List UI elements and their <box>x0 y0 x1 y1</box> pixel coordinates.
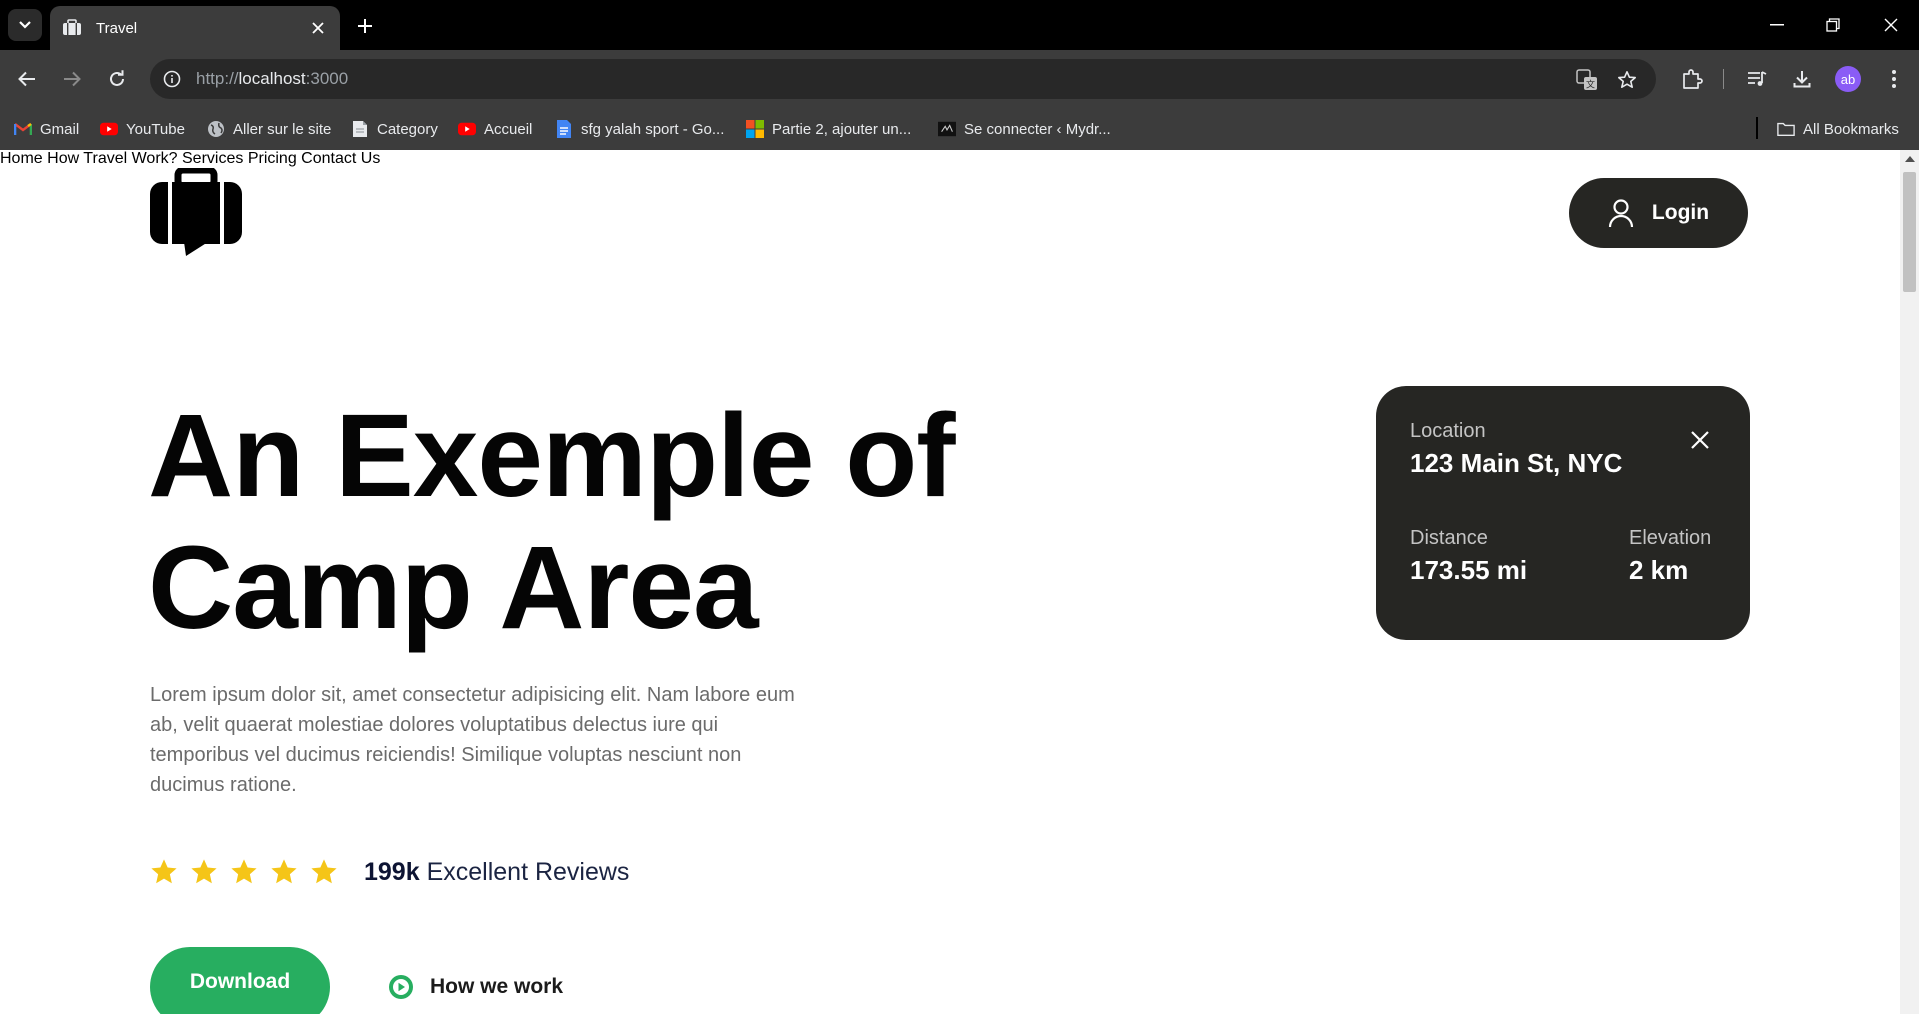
bookmark-label: YouTube <box>126 120 185 138</box>
bookmark-sfg-yalah-sport[interactable]: sfg yalah sport - Go... <box>555 117 724 141</box>
reviews-label: Excellent Reviews <box>426 858 630 886</box>
address-bar[interactable]: http://localhost:3000 文 <box>150 59 1656 99</box>
tab-search-button[interactable] <box>8 9 42 41</box>
bookmark-gmail[interactable]: Gmail <box>14 117 79 141</box>
nav-home[interactable]: Home <box>0 150 43 167</box>
distance-label: Distance <box>1410 527 1488 549</box>
toolbar-separator <box>1723 69 1724 89</box>
bookmark-label: Category <box>377 120 438 138</box>
nav-contact-us[interactable]: Contact Us <box>301 150 380 167</box>
microsoft-icon <box>746 120 764 138</box>
reviews-summary: 199k Excellent Reviews <box>364 858 629 887</box>
gmail-icon <box>14 120 32 138</box>
download-icon[interactable] <box>1787 64 1817 94</box>
youtube-icon <box>100 120 118 138</box>
distance-value: 173.55 mi <box>1410 555 1528 585</box>
youtube-icon <box>458 120 476 138</box>
bookmark-label: Aller sur le site <box>233 120 332 138</box>
tab-title: Travel <box>96 19 138 37</box>
download-button[interactable]: Download <box>150 947 330 1014</box>
chevron-down-icon <box>19 21 31 29</box>
nav-services[interactable]: Services <box>182 150 243 167</box>
svg-text:文: 文 <box>1586 79 1595 91</box>
bookmark-star-icon[interactable] <box>1614 67 1640 93</box>
url-text[interactable]: http://localhost:3000 <box>196 69 348 89</box>
globe-icon <box>207 120 225 138</box>
reload-icon[interactable] <box>102 64 132 94</box>
hero-title: An Exemple of Camp Area <box>148 390 956 654</box>
site-info-icon[interactable] <box>160 67 184 91</box>
bookmark-label: All Bookmarks <box>1803 120 1899 138</box>
play-circle-icon <box>388 974 414 1000</box>
bookmark-aller-sur-le-site[interactable]: Aller sur le site <box>207 117 331 141</box>
scroll-up-arrow-icon[interactable] <box>1905 156 1915 162</box>
tab-close-icon[interactable] <box>308 18 328 38</box>
rating-stars <box>150 857 350 887</box>
site-icon <box>938 120 956 138</box>
close-icon[interactable] <box>1688 428 1712 452</box>
logo[interactable] <box>150 166 242 258</box>
profile-avatar[interactable]: ab <box>1835 66 1861 92</box>
location-info-card: Location 123 Main St, NYC Distance 173.5… <box>1376 386 1750 640</box>
star-icon <box>310 857 350 887</box>
translate-icon[interactable]: 文 <box>1574 67 1600 93</box>
nav-pricing[interactable]: Pricing <box>248 150 297 167</box>
media-controls-icon[interactable] <box>1742 64 1772 94</box>
back-arrow-icon[interactable] <box>12 64 42 94</box>
how-we-work-label: How we work <box>430 975 564 998</box>
bookmark-label: Se connecter ‹ Mydr... <box>964 120 1111 138</box>
all-bookmarks[interactable]: All Bookmarks <box>1777 117 1899 141</box>
page-scrollbar[interactable] <box>1900 150 1919 1014</box>
google-docs-icon <box>555 120 573 138</box>
scrollbar-thumb[interactable] <box>1903 172 1916 292</box>
nav-how-travel-work[interactable]: How Travel Work? <box>47 150 177 167</box>
new-tab-icon[interactable] <box>352 13 378 39</box>
star-icon <box>150 857 190 887</box>
minimize-icon[interactable] <box>1762 12 1792 38</box>
location-value: 123 Main St, NYC <box>1410 448 1623 478</box>
login-label: Login <box>1651 201 1710 224</box>
extensions-icon[interactable] <box>1677 64 1707 94</box>
hero-description: Lorem ipsum dolor sit, amet consectetur … <box>150 684 795 796</box>
bookmark-accueil[interactable]: Accueil <box>458 117 532 141</box>
location-label: Location <box>1410 420 1486 442</box>
browser-toolbar: http://localhost:3000 文 ab <box>0 50 1919 108</box>
bookmark-label: sfg yalah sport - Go... <box>581 120 725 138</box>
user-icon <box>1608 198 1638 228</box>
more-menu-icon[interactable] <box>1879 64 1909 94</box>
restore-icon[interactable] <box>1818 12 1848 38</box>
folder-icon <box>1777 120 1795 138</box>
browser-tab-bar: Travel <box>0 0 1919 50</box>
how-we-work-link[interactable]: How we work <box>388 974 563 1000</box>
document-icon <box>351 120 369 138</box>
bookmark-se-connecter[interactable]: Se connecter ‹ Mydr... <box>938 117 1111 141</box>
bookmark-label: Accueil <box>484 120 533 138</box>
star-icon <box>230 857 270 887</box>
browser-tab-travel[interactable]: Travel <box>50 6 340 50</box>
login-button[interactable]: Login <box>1569 178 1748 248</box>
bookmarks-bar: Gmail YouTube Aller sur le site Category… <box>0 108 1919 150</box>
main-nav: Home How Travel Work? Services Pricing C… <box>0 150 1900 168</box>
elevation-value: 2 km <box>1629 555 1689 585</box>
bookmark-category[interactable]: Category <box>351 117 438 141</box>
forward-arrow-icon[interactable] <box>57 64 87 94</box>
elevation-label: Elevation <box>1629 527 1712 549</box>
star-icon <box>270 857 310 887</box>
bookmark-label: Partie 2, ajouter un... <box>772 120 912 138</box>
suitcase-logo-icon <box>150 166 242 256</box>
bookmark-partie-2[interactable]: Partie 2, ajouter un... <box>746 117 911 141</box>
star-icon <box>190 857 230 887</box>
reviews-count: 199k <box>364 858 420 886</box>
bookmark-youtube[interactable]: YouTube <box>100 117 185 141</box>
window-close-icon[interactable] <box>1876 12 1906 38</box>
hero-title-line-2: Camp Area <box>148 522 759 654</box>
suitcase-icon <box>62 19 82 37</box>
bookmark-label: Gmail <box>40 120 80 138</box>
hero-title-line-1: An Exemple of <box>148 390 956 522</box>
bookmarks-separator <box>1756 117 1758 139</box>
page-content: Home How Travel Work? Services Pricing C… <box>0 150 1900 1014</box>
